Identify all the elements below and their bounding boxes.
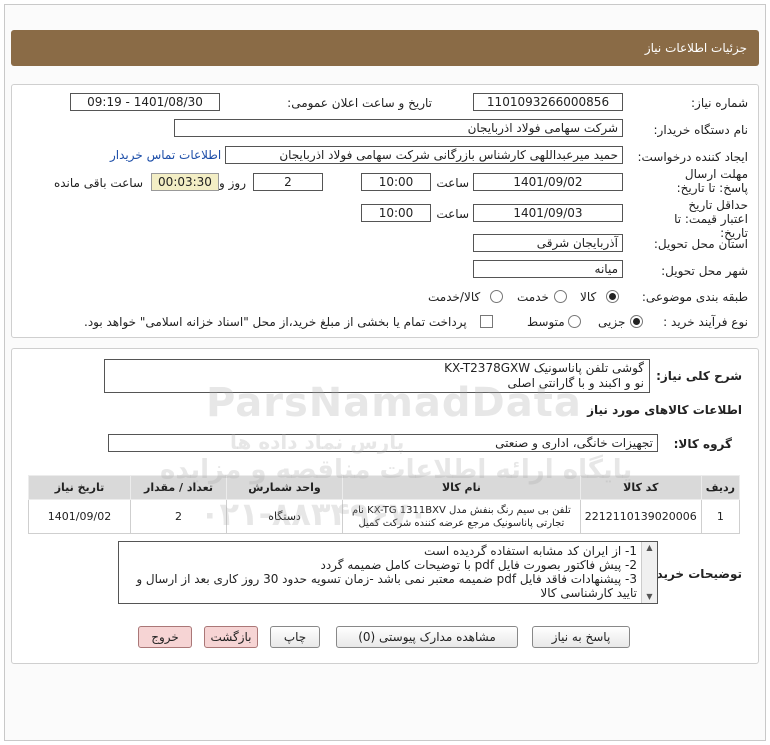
- col-row: ردیف: [700, 475, 741, 500]
- need-number-label: شماره نیاز:: [691, 96, 748, 110]
- note-1: 1- از ایران کد مشابه استفاده گردیده است: [424, 544, 637, 558]
- need-number-field: 1101093266000856: [473, 93, 623, 111]
- process-radio-medium[interactable]: [568, 315, 581, 328]
- scroll-up-icon[interactable]: ▲: [642, 542, 657, 554]
- note-3: 3- پیشنهادات فاقد فایل pdf ضمیمه معتبر ن…: [136, 572, 637, 600]
- summary-line-2: نو و اکبند و با گارانتی اصلی: [507, 376, 644, 390]
- buyer-notes-box[interactable]: ▲ ▼ 1- از ایران کد مشابه استفاده گردیده …: [118, 541, 658, 604]
- announce-datetime-field: 1401/08/30 - 09:19: [70, 93, 220, 111]
- buyer-contact-link[interactable]: اطلاعات تماس خریدار: [110, 148, 221, 162]
- days-label: روز و: [219, 176, 246, 190]
- process-option-medium: متوسط: [527, 315, 565, 329]
- cell-code: 2212110139020006: [579, 499, 702, 534]
- page-header: جزئیات اطلاعات نیاز: [11, 30, 759, 66]
- exit-button[interactable]: خروج: [138, 626, 192, 648]
- deadline-label: مهلت ارسال پاسخ: تا تاریخ:: [676, 167, 748, 195]
- notes-scrollbar[interactable]: ▲ ▼: [641, 542, 657, 603]
- category-option-goods-service: کالا/خدمت: [428, 290, 481, 304]
- col-code: کد کالا: [579, 475, 702, 500]
- cell-name: تلفن بی سیم رنگ بنفش مدل KX-TG 1311BXV ن…: [342, 499, 581, 534]
- treasury-payment-note: پرداخت تمام یا بخشی از مبلغ خرید،از محل …: [84, 315, 467, 329]
- process-option-minor: جزیی: [598, 315, 626, 329]
- col-need-date: تاریخ نیاز: [28, 475, 131, 500]
- remaining-time-field: 00:03:30: [151, 173, 219, 191]
- col-name: نام کالا: [342, 475, 581, 500]
- validity-time-field: 10:00: [361, 204, 431, 222]
- summary-label: شرح کلی نیاز:: [656, 369, 742, 383]
- deadline-time-label: ساعت: [436, 176, 469, 190]
- category-radio-goods-service[interactable]: [490, 290, 503, 303]
- validity-time-label: ساعت: [436, 207, 469, 221]
- summary-field: گوشی تلفن پاناسونیک KX-T2378GXW نو و اکب…: [104, 359, 650, 393]
- province-label: استان محل تحویل:: [653, 237, 748, 251]
- goods-table-header: ردیف کد کالا نام کالا واحد شمارش تعداد /…: [28, 475, 741, 500]
- need-info-panel: شماره نیاز: 1101093266000856 تاریخ و ساع…: [11, 84, 759, 338]
- reply-button[interactable]: پاسخ به نیاز: [532, 626, 630, 648]
- goods-table: ردیف کد کالا نام کالا واحد شمارش تعداد /…: [28, 475, 741, 534]
- deadline-time-field: 10:00: [361, 173, 431, 191]
- days-field: 2: [253, 173, 323, 191]
- province-field: آذربایجان شرقی: [473, 234, 623, 252]
- note-2: 2- پیش فاکتور بصورت فایل pdf با توضیحات …: [320, 558, 637, 572]
- validity-date-field: 1401/09/03: [473, 204, 623, 222]
- cell-unit: دستگاه: [226, 499, 343, 534]
- category-radio-service[interactable]: [554, 290, 567, 303]
- creator-field: حمید میرعبداللهی کارشناس بازرگانی شرکت س…: [225, 146, 623, 164]
- col-quantity: تعداد / مقدار: [130, 475, 227, 500]
- process-label: نوع فرآیند خرید :: [663, 315, 748, 329]
- treasury-payment-checkbox[interactable]: [480, 315, 493, 328]
- category-radio-goods[interactable]: [606, 290, 619, 303]
- buyer-notes-text: 1- از ایران کد مشابه استفاده گردیده است …: [123, 544, 637, 600]
- summary-line-1: گوشی تلفن پاناسونیک KX-T2378GXW: [444, 361, 644, 375]
- goods-info-title: اطلاعات کالاهای مورد نیاز: [587, 403, 742, 417]
- col-unit: واحد شمارش: [226, 475, 343, 500]
- cell-row: 1: [700, 499, 741, 534]
- goods-group-field: تجهیزات خانگی، اداری و صنعتی: [108, 434, 658, 452]
- cell-need-date: 1401/09/02: [28, 499, 131, 534]
- page-title: جزئیات اطلاعات نیاز: [644, 41, 747, 55]
- buyer-org-field: شرکت سهامی فولاد اذربایجان: [174, 119, 623, 137]
- process-radio-minor[interactable]: [630, 315, 643, 328]
- deadline-date-field: 1401/09/02: [473, 173, 623, 191]
- cell-quantity: 2: [130, 499, 227, 534]
- goods-group-label: گروه کالا:: [673, 437, 732, 451]
- scroll-down-icon[interactable]: ▼: [642, 591, 657, 603]
- back-button[interactable]: بازگشت: [204, 626, 258, 648]
- view-attachments-button[interactable]: مشاهده مدارک پیوستی (0): [336, 626, 518, 648]
- need-details-panel: شرح کلی نیاز: گوشی تلفن پاناسونیک KX-T23…: [11, 348, 759, 664]
- remaining-time-label: ساعت باقی مانده: [53, 176, 143, 190]
- print-button[interactable]: چاپ: [270, 626, 320, 648]
- buyer-org-label: نام دستگاه خریدار:: [653, 123, 749, 137]
- category-option-service: خدمت: [517, 290, 549, 304]
- category-label: طبقه بندی موضوعی:: [641, 290, 748, 304]
- validity-label: حداقل تاریخ اعتبار قیمت: تا تاریخ:: [674, 198, 748, 240]
- city-label: شهر محل تحویل:: [661, 264, 748, 278]
- creator-label: ایجاد کننده درخواست:: [637, 150, 748, 164]
- category-option-goods: کالا: [580, 290, 597, 304]
- city-field: میانه: [473, 260, 623, 278]
- announce-label: تاریخ و ساعت اعلان عمومی:: [287, 96, 432, 110]
- table-row: 1 2212110139020006 تلفن بی سیم رنگ بنفش …: [28, 499, 741, 534]
